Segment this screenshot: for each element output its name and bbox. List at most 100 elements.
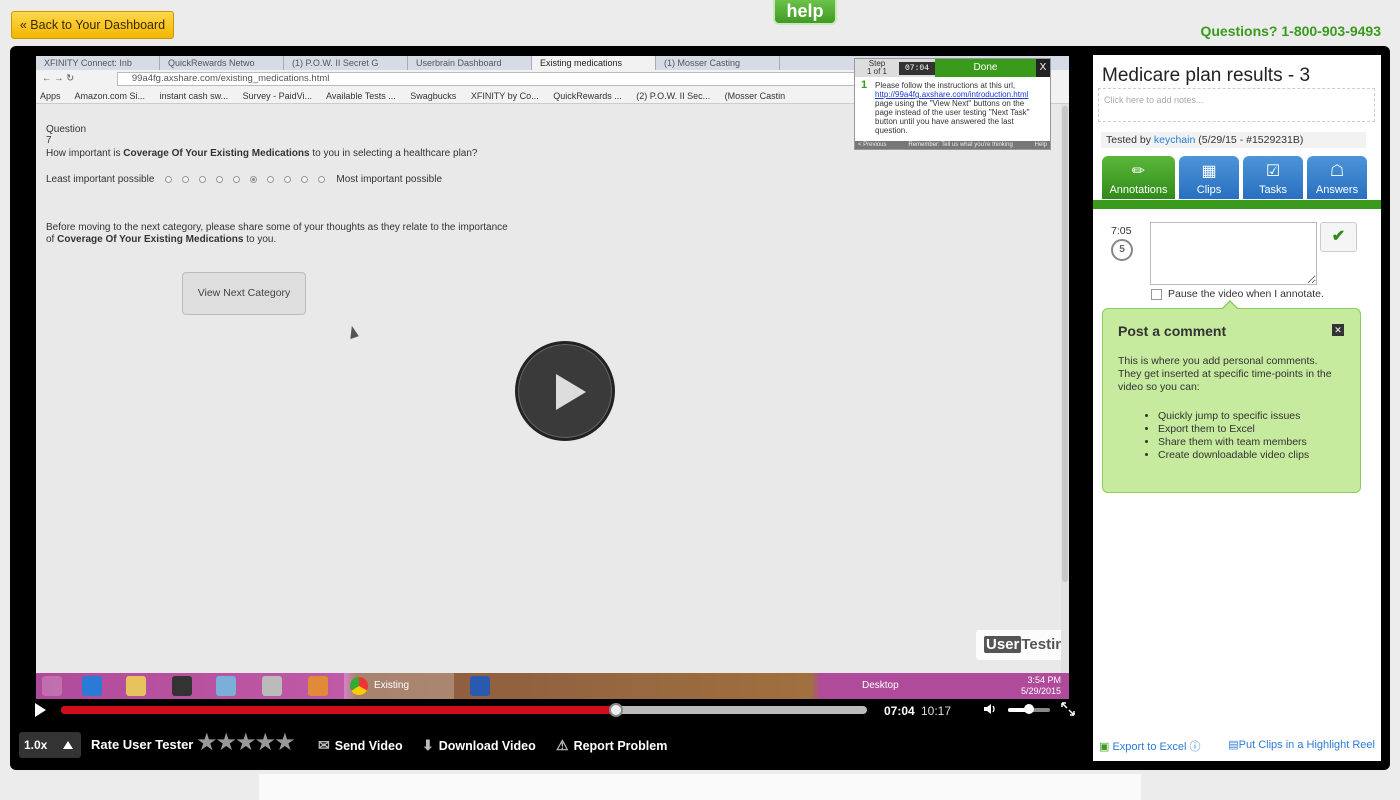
help-tab[interactable]: help [773,0,837,25]
list-item: Share them with team members [1158,436,1309,449]
tested-by-label: Tested by [1106,134,1154,146]
browser-tab: QuickRewards Netwo [160,56,284,70]
rate-user-label: Rate User Tester [91,737,194,752]
bookmark: Swagbucks [410,91,457,101]
comment-benefits: Quickly jump to specific issues Export t… [1158,410,1309,462]
reel-label: Put Clips in a Highlight Reel [1238,739,1375,751]
pause-option[interactable]: Pause the video when I annotate. [1151,288,1324,300]
annotation-input[interactable] [1150,222,1317,285]
progress-bar[interactable] [61,703,867,717]
playback-speed-selector[interactable]: 1.0x [19,732,81,758]
app-icon [216,676,236,696]
tab-tasks[interactable]: ☑ Tasks [1243,156,1303,199]
export-label: Export to Excel [1112,741,1187,753]
step-number: 1 [861,79,868,91]
rating-stars[interactable]: ★★★★★ [196,728,296,757]
back-to-dashboard-button[interactable]: « Back to Your Dashboard [11,11,174,39]
thoughts-bold: Coverage Of Your Existing Medications [57,234,244,245]
tab-label: Clips [1196,184,1222,196]
app-icon [470,676,490,696]
question-text: How important is Coverage Of Your Existi… [46,148,477,159]
bookmark: Available Tests ... [326,91,396,101]
tested-meta: (5/29/15 - #1529231B) [1195,134,1304,146]
browser-url: 99a4fg.axshare.com/existing_medications.… [116,72,877,86]
watermark-box: User [984,636,1022,653]
session-title: Medicare plan results - 3 [1102,65,1311,86]
send-video-button[interactable]: ✉ Send Video [318,737,403,754]
scale-option [182,176,190,183]
step-prev: < Previous [858,142,887,148]
volume-icon[interactable] [983,702,997,716]
thoughts-prompt: Before moving to the next category, plea… [46,222,516,246]
play-button[interactable] [35,703,46,717]
panel-tabs: ✏ Annotations ▦ Clips ☑ Tasks ☖ Answers [1102,156,1371,199]
clock-date: 5/29/2015 [1020,686,1061,696]
tab-label: Annotations [1109,184,1168,196]
step-body: 1 Please follow the instructions at this… [855,77,1050,136]
report-problem-button[interactable]: ⚠ Report Problem [556,737,667,754]
scale-options [160,176,330,183]
export-excel-link[interactable]: ▣ Export to Excel ⓘ [1099,738,1201,754]
clock-time: 3:54 PM [1027,675,1061,685]
app-icon [172,676,192,696]
windows-taskbar: Existing medicati... Desktop 3:54 PM5/29… [36,673,1069,699]
chat-icon: ☖ [1329,163,1345,180]
step-timer: 07:04 [899,61,936,75]
list-item: Export them to Excel [1158,423,1309,436]
scale-option [233,176,241,183]
replay-5s-icon[interactable]: 5 [1111,239,1133,261]
bookmark: (2) P.O.W. II Sec... [636,91,711,101]
notes-field[interactable]: Click here to add notes... [1098,88,1375,122]
scale-option [199,176,207,183]
speed-value: 1.0x [24,738,48,752]
bookmark: Survey - PaidVi... [242,91,313,101]
comment-description: This is where you add personal comments.… [1118,355,1332,393]
app-icon [262,676,282,696]
excel-icon: ▣ [1099,741,1113,753]
browser-tab: (1) P.O.W. II Secret G [284,56,408,70]
submit-annotation-button[interactable]: ✔ [1320,222,1357,252]
scale-option [250,176,258,183]
download-video-button[interactable]: ⬇ Download Video [422,737,536,754]
tab-clips[interactable]: ▦ Clips [1179,156,1239,199]
close-icon[interactable]: ✕ [1332,324,1344,336]
scale-option [267,176,275,183]
video-viewport[interactable]: XFINITY Connect: Inb QuickRewards Netwo (1… [36,56,1069,699]
folder-icon [126,676,146,696]
film-icon: ▤ [1228,739,1239,751]
browser-scrollbar [1061,104,1069,673]
tab-label: Answers [1315,184,1359,196]
step-count: 1 of 1 [866,67,887,76]
question-post: to you in selecting a healthcare plan? [309,148,478,159]
speed-up-icon[interactable] [63,741,73,749]
volume-slider[interactable] [1008,704,1050,714]
comment-title: Post a comment [1118,323,1227,339]
tab-label: Tasks [1258,184,1288,196]
browser-nav-icon: ← → ↻ [42,73,75,84]
tester-link[interactable]: keychain [1154,134,1195,146]
highlight-reel-link[interactable]: ▤Put Clips in a Highlight Reel [1228,738,1375,751]
tab-annotations[interactable]: ✏ Annotations [1102,156,1175,199]
scale-option [301,176,309,183]
page-footer-strip [259,774,1141,800]
step-header: Step 1 of 1 07:04 Done X [855,59,1050,77]
volume-handle[interactable] [1024,704,1034,714]
fullscreen-icon[interactable] [1061,702,1075,716]
browser-tab: XFINITY Connect: Inb [36,56,160,70]
step-link: http://99a4fg.axshare.com/introduction.h… [875,90,1029,99]
pause-checkbox[interactable] [1151,288,1162,300]
bookmark: (Mosser Castin [724,91,786,101]
question-number: Question 7 [46,124,87,146]
step-close-icon: X [1036,59,1050,77]
play-overlay-button[interactable] [515,341,615,441]
scale-option [165,176,173,183]
step-remember: Remember: Tell us what you're thinking [908,142,1013,148]
scale-min-label: Least important possible [46,174,155,185]
taskbar-desktop-label: Desktop [862,680,899,691]
rating-scale: Least important possible Most important … [46,174,442,185]
warning-icon: ⚠ [556,737,569,753]
progress-handle[interactable] [608,703,623,717]
pause-label: Pause the video when I annotate. [1168,288,1324,300]
tab-answers[interactable]: ☖ Answers [1307,156,1367,199]
bookmark: XFINITY by Co... [470,91,539,101]
